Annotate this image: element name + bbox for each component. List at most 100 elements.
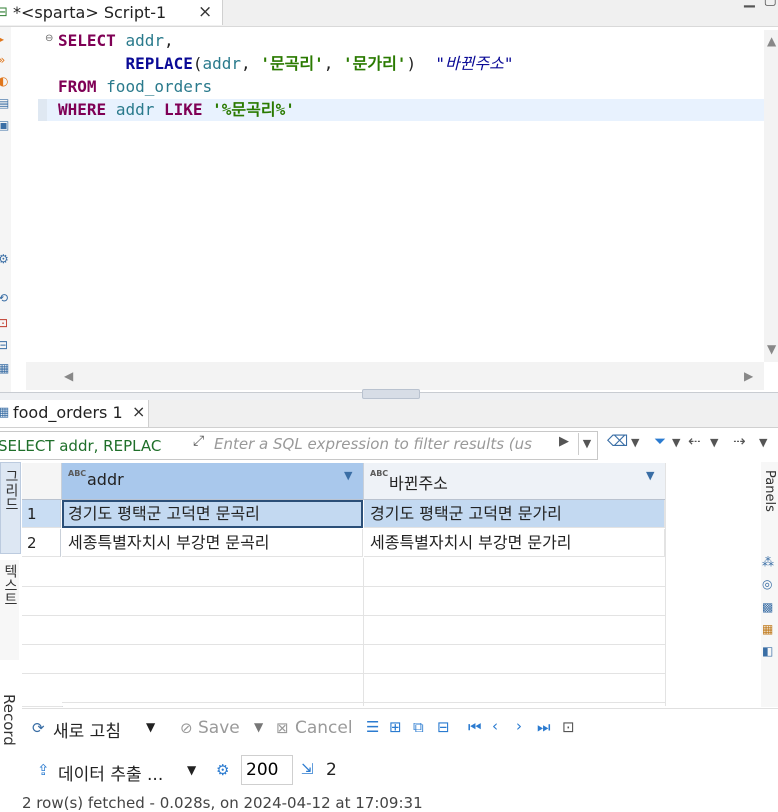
cancel-button[interactable]: Cancel	[295, 718, 353, 738]
code-token: ,	[163, 31, 174, 50]
history-icon[interactable]: ▦	[0, 362, 9, 374]
code-token: addr	[115, 100, 155, 119]
sort-icon[interactable]: ▼	[344, 469, 352, 482]
row-count-icon[interactable]: ⇲	[301, 760, 314, 778]
scroll-left-icon[interactable]: ◀	[64, 369, 73, 383]
empty-row	[22, 587, 63, 616]
window-controls[interactable]: ▁ ▢	[744, 0, 777, 8]
row-number[interactable]: 2	[22, 529, 61, 557]
chevron-down-icon[interactable]: ▼	[187, 763, 196, 777]
code-token: '%문곡리%'	[212, 100, 295, 119]
sort-icon[interactable]: ▼	[646, 469, 654, 482]
save-button[interactable]: Save	[198, 718, 240, 738]
empty-row	[22, 558, 63, 587]
column-header-label: addr	[87, 470, 124, 489]
edit-row-icon[interactable]: ☰	[366, 718, 379, 736]
execute-script-icon[interactable]: »	[0, 54, 5, 66]
empty-row	[22, 616, 63, 645]
query-text-label[interactable]: SELECT addr, REPLAC	[0, 437, 190, 455]
code-token: REPLACE	[125, 54, 193, 73]
last-page-icon[interactable]: ⏭	[537, 718, 551, 736]
panels-toggle[interactable]: Panels	[762, 470, 777, 512]
table-icon: ▦	[0, 405, 10, 420]
commit-icon[interactable]: ⊡	[0, 317, 8, 329]
close-icon[interactable]: ×	[198, 2, 212, 22]
results-tab-title: food_orders 1	[13, 403, 123, 422]
rollback-icon[interactable]: ⊟	[0, 339, 8, 351]
column-header-addr[interactable]: ABC addr ▼	[62, 463, 364, 500]
metadata-icon[interactable]: ▦	[762, 622, 773, 636]
side-tab-text[interactable]: 텍스트	[0, 560, 19, 660]
chevron-down-icon[interactable]: ▼	[672, 436, 680, 449]
calculator-icon[interactable]: ◎	[762, 577, 772, 591]
copy-row-icon[interactable]: ⧉	[413, 718, 424, 736]
execute-statement-icon[interactable]: ▸	[0, 33, 4, 45]
code-line: REPLACE(addr, '문곡리', '문가리') "바뀐주소"	[58, 53, 513, 75]
editor-tab-script-1[interactable]: ⊟ *<sparta> Script-1 ×	[0, 0, 223, 25]
refresh-button[interactable]: 새로 고침	[53, 717, 121, 742]
side-tab-grid[interactable]: 그리드	[0, 462, 21, 554]
chevron-down-icon[interactable]: ▼	[631, 436, 639, 449]
filter-input[interactable]	[210, 432, 564, 456]
scroll-down-icon[interactable]: ▼	[767, 342, 776, 356]
text-type-icon: ABC	[68, 469, 87, 478]
chevron-down-icon[interactable]: ▼	[254, 720, 263, 734]
code-line: FROM food_orders	[58, 76, 212, 98]
row-count: 2	[326, 760, 337, 780]
references-icon[interactable]: ◧	[762, 644, 773, 658]
fetch-size-input[interactable]	[241, 755, 293, 785]
editor-horizontal-scrollbar[interactable]: ◀ ▶	[26, 362, 764, 390]
scroll-right-icon[interactable]: ▶	[744, 369, 753, 383]
refresh-icon[interactable]: ⟳	[32, 719, 45, 737]
editor-vertical-scrollbar[interactable]: ▲ ▼	[764, 30, 778, 362]
table-cell[interactable]: 경기도 평택군 고덕면 문가리	[364, 500, 665, 528]
code-line: SELECT addr,	[58, 30, 174, 52]
splitter-handle[interactable]	[362, 389, 420, 399]
fetch-all-icon[interactable]: ⊡	[562, 718, 575, 736]
column-header-new-address[interactable]: ABC 바뀐주소 ▼	[364, 463, 666, 500]
current-line-gutter-marker	[38, 99, 47, 121]
fold-collapse-icon[interactable]: ⊖	[45, 33, 53, 44]
chevron-down-icon[interactable]: ▼	[759, 436, 767, 449]
side-tab-record[interactable]: Record	[0, 680, 19, 780]
previous-page-icon[interactable]: ‹	[492, 717, 498, 735]
apply-filter-icon[interactable]: ▶	[559, 434, 569, 449]
filter-history-dropdown[interactable]: ▼	[578, 433, 595, 455]
code-token: )	[406, 54, 436, 73]
eraser-icon[interactable]: ⌫	[607, 432, 628, 450]
side-tab-grid-label: 그리드	[3, 469, 19, 511]
export-data-button[interactable]: 데이터 추출 ...	[58, 760, 163, 785]
export-icon[interactable]: ⇪	[37, 761, 50, 779]
row-number[interactable]: 1	[22, 500, 61, 528]
add-row-icon[interactable]: ⊞	[389, 718, 402, 736]
close-icon[interactable]: ×	[132, 402, 145, 421]
next-page-icon[interactable]: ›	[516, 717, 522, 735]
first-page-icon[interactable]: ⏮	[468, 718, 482, 736]
load-plan-icon[interactable]: ▤	[0, 97, 9, 109]
grid-panel-icon[interactable]: ▩	[762, 600, 773, 614]
scroll-up-icon[interactable]: ▲	[767, 34, 776, 48]
gear-icon[interactable]: ⚙	[216, 761, 229, 779]
code-token: WHERE	[58, 100, 107, 119]
table-cell[interactable]: 세종특별자치시 부강면 문가리	[364, 529, 665, 557]
chevron-down-icon[interactable]: ▼	[710, 436, 718, 449]
filter-icon[interactable]: ⏷	[654, 432, 666, 450]
properties-icon[interactable]: ⁂	[762, 555, 774, 569]
delete-row-icon[interactable]: ⊟	[437, 718, 450, 736]
transaction-icon[interactable]: ⟲	[0, 292, 8, 304]
code-token: FROM	[58, 77, 97, 96]
expand-icon[interactable]: ⤢	[193, 433, 204, 449]
forward-arrow-icon[interactable]: ⇢	[733, 432, 746, 450]
settings-icon[interactable]: ⚙	[0, 253, 9, 265]
code-line: WHERE addr LIKE '%문곡리%'	[58, 99, 295, 121]
back-arrow-icon[interactable]: ⇠	[688, 432, 701, 450]
table-cell[interactable]: 경기도 평택군 고덕면 문곡리	[62, 500, 363, 528]
code-token: ,	[323, 54, 344, 73]
code-token: '문가리'	[343, 54, 407, 73]
explain-plan-icon[interactable]: ◐	[0, 75, 8, 87]
chevron-down-icon[interactable]: ▼	[146, 720, 155, 734]
table-cell[interactable]: 세종특별자치시 부강면 문곡리	[62, 529, 363, 557]
output-icon[interactable]: ▣	[0, 119, 9, 131]
